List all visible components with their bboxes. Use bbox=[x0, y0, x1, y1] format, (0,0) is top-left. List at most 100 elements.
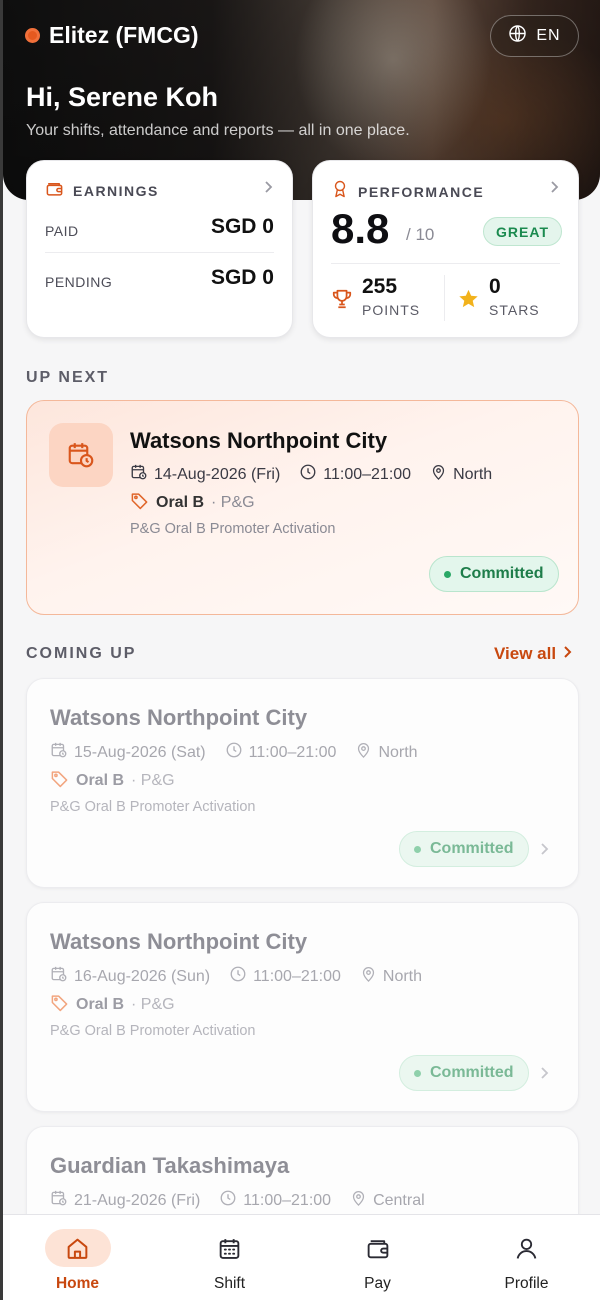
shift-brand: Oral B bbox=[156, 494, 205, 511]
shift-meta: 16-Aug-2026 (Sun) 11:00–21:00 North bbox=[50, 965, 434, 988]
shift-brand-row: Oral B · P&G bbox=[50, 769, 175, 793]
clock-icon bbox=[229, 965, 247, 988]
status-label: Committed bbox=[430, 840, 514, 857]
clock-icon bbox=[225, 741, 243, 764]
shift-region: Central bbox=[373, 1191, 425, 1209]
calendar-icon bbox=[130, 463, 148, 486]
earnings-title: EARNINGS bbox=[73, 183, 159, 199]
wallet-icon bbox=[345, 1229, 411, 1267]
language-button[interactable]: EN bbox=[490, 15, 579, 57]
shift-description: P&G Oral B Promoter Activation bbox=[50, 799, 256, 815]
shift-title: Watsons Northpoint City bbox=[130, 428, 388, 453]
shift-client: · P&G bbox=[131, 996, 175, 1013]
calendar-icon bbox=[50, 1189, 68, 1212]
shift-client: · P&G bbox=[211, 494, 255, 511]
shift-brand: Oral B bbox=[76, 996, 125, 1013]
view-all-link[interactable]: View all bbox=[494, 644, 572, 664]
nav-item-shift[interactable]: Shift bbox=[155, 1215, 304, 1300]
brand-name: Elitez (FMCG) bbox=[49, 22, 199, 48]
status-dot-icon bbox=[414, 1069, 421, 1077]
shift-title: Watsons Northpoint City bbox=[50, 929, 308, 954]
home-icon bbox=[44, 1229, 111, 1267]
star-icon bbox=[457, 288, 480, 315]
chevron-right-icon[interactable] bbox=[539, 1066, 549, 1085]
performance-badge: GREAT bbox=[483, 217, 562, 246]
shift-region: North bbox=[382, 967, 423, 985]
performance-score: 8.8 bbox=[331, 205, 390, 252]
shift-description: P&G Oral B Promoter Activation bbox=[130, 521, 336, 537]
pending-value: SGD 0 bbox=[210, 266, 274, 289]
divider bbox=[45, 252, 274, 253]
greeting: Hi, Serene Koh bbox=[26, 82, 219, 112]
performance-card[interactable]: PERFORMANCE 8.8 / 10 GREAT 255 POINTS 0 … bbox=[312, 160, 579, 338]
shift-card[interactable]: Watsons Northpoint City 16-Aug-2026 (Sun… bbox=[26, 902, 579, 1112]
status-badge: Committed bbox=[429, 556, 559, 592]
chevron-right-icon bbox=[562, 644, 572, 664]
clock-icon bbox=[219, 1189, 237, 1212]
shift-time: 11:00–21:00 bbox=[248, 743, 337, 761]
earnings-card[interactable]: EARNINGS PAID SGD 0 PENDING SGD 0 bbox=[26, 160, 293, 338]
earnings-header: EARNINGS bbox=[45, 179, 159, 203]
status-badge: Committed bbox=[399, 831, 529, 867]
points-value: 255 bbox=[362, 275, 398, 298]
up-next-heading: UP NEXT bbox=[26, 369, 110, 386]
shift-time: 11:00–21:00 bbox=[253, 967, 341, 985]
brand-dot-icon bbox=[25, 28, 40, 43]
stars-value: 0 bbox=[489, 275, 501, 298]
status-dot-icon bbox=[444, 570, 451, 578]
nav-label-pay: Pay bbox=[364, 1275, 391, 1292]
paid-label: PAID bbox=[45, 223, 79, 239]
nav-item-home[interactable]: Home bbox=[3, 1215, 152, 1300]
stat-divider bbox=[444, 275, 445, 321]
location-pin-icon bbox=[360, 965, 377, 988]
nav-item-pay[interactable]: Pay bbox=[303, 1215, 452, 1300]
performance-title: PERFORMANCE bbox=[358, 183, 485, 200]
status-dot-icon bbox=[414, 845, 421, 853]
shift-date: 16-Aug-2026 (Sun) bbox=[74, 967, 211, 985]
shift-meta: 21-Aug-2026 (Fri) 11:00–21:00 Central bbox=[50, 1189, 437, 1212]
shift-title: Watsons Northpoint City bbox=[50, 705, 308, 730]
shift-title: Guardian Takashimaya bbox=[50, 1153, 290, 1178]
calendar-clock-icon bbox=[49, 423, 113, 487]
performance-score-max: / 10 bbox=[406, 225, 435, 244]
shift-date: 21-Aug-2026 (Fri) bbox=[74, 1191, 201, 1209]
shift-region: North bbox=[378, 743, 418, 761]
view-all-label: View all bbox=[494, 644, 557, 663]
chevron-right-icon[interactable] bbox=[262, 180, 274, 199]
clock-icon bbox=[299, 463, 317, 486]
shift-description: P&G Oral B Promoter Activation bbox=[50, 1023, 256, 1039]
stars-stat: 0 STARS bbox=[457, 275, 540, 318]
tag-icon bbox=[130, 491, 149, 515]
up-next-shift-card[interactable]: Watsons Northpoint City 14-Aug-2026 (Fri… bbox=[26, 400, 579, 615]
nav-item-profile[interactable]: Profile bbox=[452, 1215, 600, 1300]
shift-card[interactable]: Watsons Northpoint City 15-Aug-2026 (Sat… bbox=[26, 678, 579, 888]
shift-date: 15-Aug-2026 (Sat) bbox=[74, 743, 206, 761]
wallet-icon bbox=[45, 179, 64, 203]
chevron-right-icon[interactable] bbox=[548, 180, 560, 199]
shift-time: 11:00–21:00 bbox=[243, 1191, 332, 1209]
trophy-icon bbox=[331, 288, 353, 315]
shift-time: 11:00–21:00 bbox=[323, 465, 412, 483]
points-label: POINTS bbox=[362, 302, 421, 318]
shift-brand-row: Oral B · P&G bbox=[130, 491, 255, 515]
brand: Elitez (FMCG) bbox=[25, 22, 199, 49]
location-pin-icon bbox=[355, 741, 372, 764]
chevron-right-icon[interactable] bbox=[539, 842, 549, 861]
app-screen: Elitez (FMCG) EN Hi, Serene Koh Your shi… bbox=[3, 0, 600, 1300]
status-label: Committed bbox=[430, 1064, 514, 1081]
coming-up-heading: COMING UP bbox=[26, 645, 137, 662]
nav-label-profile: Profile bbox=[504, 1275, 549, 1292]
pending-label: PENDING bbox=[45, 274, 113, 290]
shift-brand-row: Oral B · P&G bbox=[50, 993, 175, 1017]
status-badge: Committed bbox=[399, 1055, 529, 1091]
points-stat: 255 POINTS bbox=[331, 275, 420, 318]
shift-meta: 14-Aug-2026 (Fri) 11:00–21:00 North bbox=[130, 463, 504, 486]
user-icon bbox=[494, 1229, 560, 1267]
shift-region: North bbox=[453, 465, 493, 483]
shift-date: 14-Aug-2026 (Fri) bbox=[154, 465, 281, 483]
performance-header: PERFORMANCE bbox=[331, 179, 484, 204]
globe-icon bbox=[508, 24, 527, 48]
shift-brand: Oral B bbox=[76, 772, 125, 789]
location-pin-icon bbox=[430, 463, 447, 486]
calendar-icon bbox=[50, 965, 68, 988]
